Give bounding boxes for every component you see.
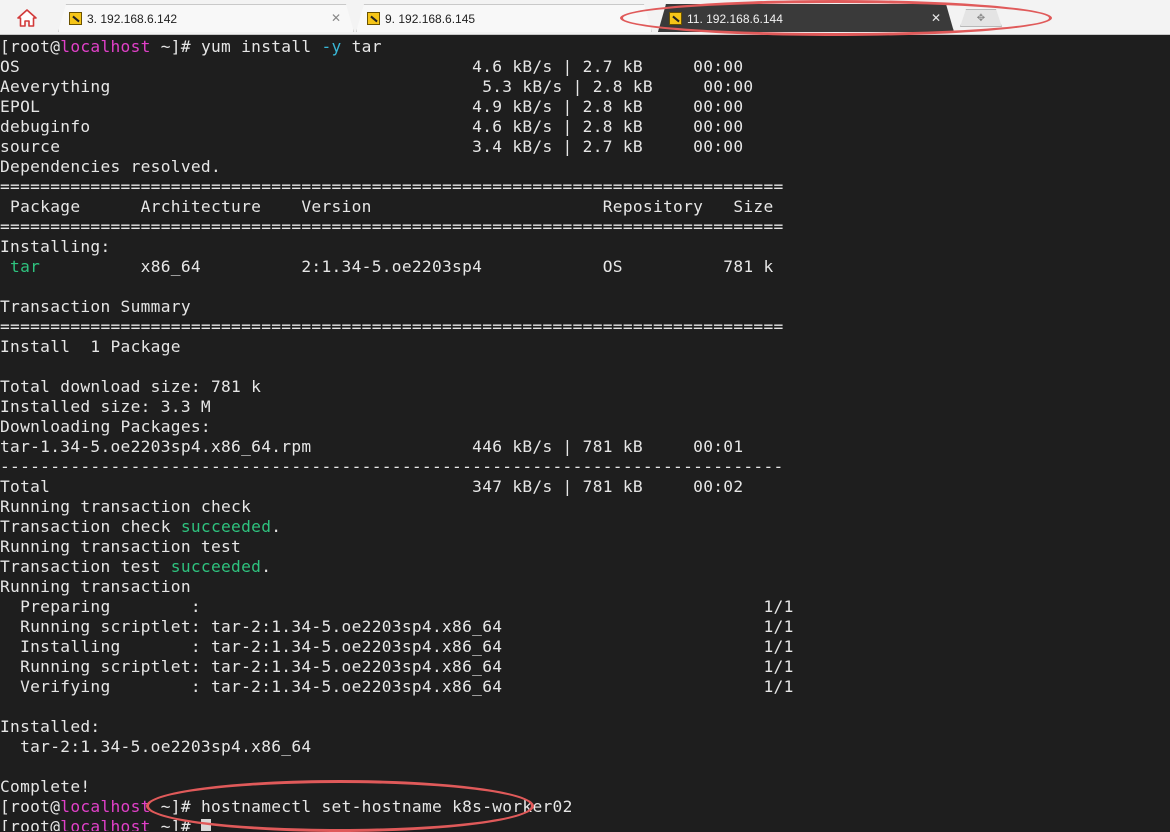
command-flag: -y — [321, 37, 342, 56]
command-arg: tar — [341, 37, 382, 56]
home-button[interactable] — [10, 6, 44, 30]
terminal-session-icon — [669, 12, 682, 25]
terminal-output[interactable]: [root@localhost ~]# yum install -y tar O… — [0, 37, 1170, 831]
repo-line: source 3.4 kB/s | 2.7 kB 00:00 — [0, 137, 744, 156]
deps-line: Dependencies resolved. — [0, 157, 222, 176]
step-line: Running scriptlet: tar-2:1.34-5.oe2203sp… — [0, 617, 794, 636]
command-text: hostnamectl set-hostname k8s-worker02 — [200, 797, 573, 816]
total-line: Total 347 kB/s | 781 kB 00:02 — [0, 477, 744, 496]
home-icon — [17, 9, 37, 27]
total-download-size: Total download size: 781 k — [0, 377, 262, 396]
installed-heading: Installed: — [0, 717, 101, 736]
prompt-host: localhost — [60, 37, 151, 56]
install-count: Install 1 Package — [0, 337, 181, 356]
tab-label: 9. 192.168.6.145 — [385, 11, 476, 26]
status-text: Transaction check — [0, 517, 181, 536]
prompt-open: [root@ — [0, 37, 61, 56]
terminal-session-icon — [69, 12, 82, 25]
new-tab-button[interactable]: ✥ — [960, 9, 1002, 27]
prompt-host: localhost — [60, 797, 151, 816]
status-line: Running transaction check — [0, 497, 252, 516]
tab-label: 3. 192.168.6.142 — [87, 11, 178, 26]
new-tab-icon: ✥ — [976, 12, 986, 24]
command-text: yum install — [200, 37, 322, 56]
repo-line: Aeverything 5.3 kB/s | 2.8 kB 00:00 — [0, 77, 754, 96]
success-text: succeeded — [170, 557, 262, 576]
installed-size: Installed size: 3.3 M — [0, 397, 211, 416]
tab-label: 11. 192.168.6.144 — [687, 11, 783, 26]
text-cursor — [200, 818, 211, 831]
command-line: [root@localhost ~]# yum install -y tar — [0, 37, 1170, 57]
summary-heading: Transaction Summary — [0, 297, 191, 316]
status-line: Running transaction test — [0, 537, 242, 556]
command-line: [root@localhost ~]# hostnamectl set-host… — [0, 797, 1170, 817]
separator: ========================================… — [0, 217, 784, 236]
step-line: Running scriptlet: tar-2:1.34-5.oe2203sp… — [0, 657, 794, 676]
package-name: tar — [0, 257, 41, 276]
prompt-rest: ~]# — [150, 37, 201, 56]
status-line: Transaction test succeeded. — [0, 557, 1170, 577]
separator: ----------------------------------------… — [0, 457, 784, 476]
success-text: succeeded — [180, 517, 272, 536]
prompt-open: [root@ — [0, 797, 61, 816]
prompt-rest: ~]# — [150, 817, 201, 831]
package-details: x86_64 2:1.34-5.oe2203sp4 OS 781 k — [40, 257, 774, 276]
repo-line: OS 4.6 kB/s | 2.7 kB 00:00 — [0, 57, 744, 76]
tab-session-3[interactable]: 3. 192.168.6.142 ✕ — [58, 4, 354, 32]
prompt-host: localhost — [60, 817, 151, 831]
tab-session-11[interactable]: 11. 192.168.6.144 ✕ — [658, 4, 954, 32]
complete-line: Complete! — [0, 777, 91, 796]
terminal-session-icon — [367, 12, 380, 25]
status-dot: . — [261, 557, 272, 576]
status-text: Transaction test — [0, 557, 171, 576]
installed-package: tar-2:1.34-5.oe2203sp4.x86_64 — [0, 737, 312, 756]
repo-line: EPOL 4.9 kB/s | 2.8 kB 00:00 — [0, 97, 744, 116]
separator: ========================================… — [0, 317, 784, 336]
package-row: tar x86_64 2:1.34-5.oe2203sp4 OS 781 k — [0, 257, 1170, 277]
table-header: Package Architecture Version Repository … — [0, 197, 774, 216]
status-line: Transaction check succeeded. — [0, 517, 1170, 537]
close-icon[interactable]: ✕ — [931, 11, 941, 25]
rpm-download-line: tar-1.34-5.oe2203sp4.x86_64.rpm 446 kB/s… — [0, 437, 744, 456]
step-line: Verifying : tar-2:1.34-5.oe2203sp4.x86_6… — [0, 677, 794, 696]
status-dot: . — [271, 517, 282, 536]
tab-session-9[interactable]: 9. 192.168.6.145 — [356, 4, 652, 32]
prompt-open: [root@ — [0, 817, 61, 831]
close-icon[interactable]: ✕ — [331, 11, 341, 25]
installing-heading: Installing: — [0, 237, 111, 256]
tab-bar: 3. 192.168.6.142 ✕ 9. 192.168.6.145 11. … — [0, 0, 1170, 35]
step-line: Installing : tar-2:1.34-5.oe2203sp4.x86_… — [0, 637, 794, 656]
repo-line: debuginfo 4.6 kB/s | 2.8 kB 00:00 — [0, 117, 744, 136]
step-line: Preparing : 1/1 — [0, 597, 794, 616]
status-line: Running transaction — [0, 577, 191, 596]
downloading-heading: Downloading Packages: — [0, 417, 211, 436]
separator: ========================================… — [0, 177, 784, 196]
prompt-rest: ~]# — [150, 797, 201, 816]
command-line[interactable]: [root@localhost ~]# — [0, 817, 1170, 831]
